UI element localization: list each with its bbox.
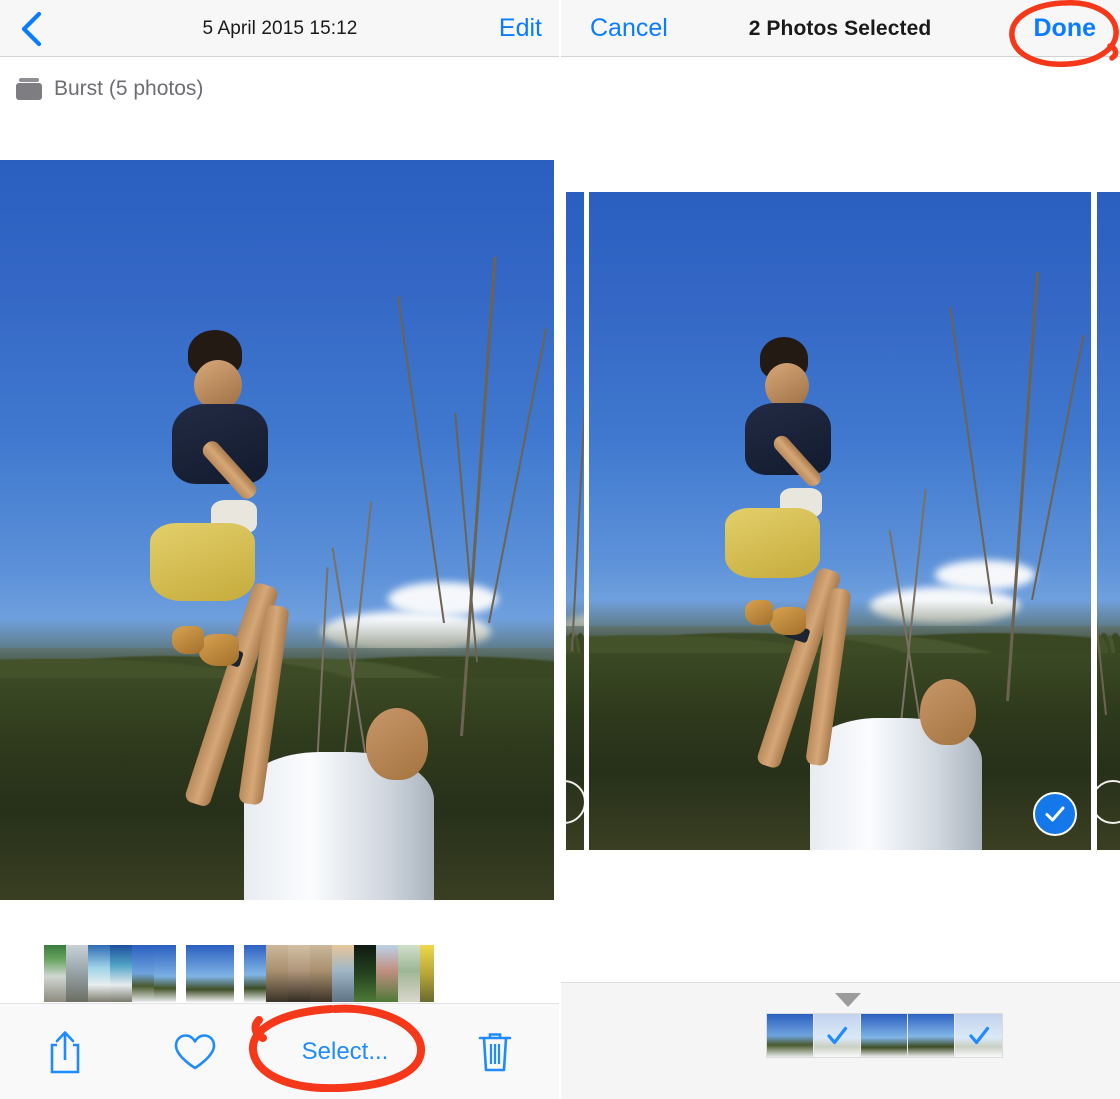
burst-stack-icon (16, 78, 42, 100)
done-button[interactable]: Done (1034, 0, 1097, 57)
right-navigation-bar: Cancel 2 Photos Selected Done (560, 0, 1120, 57)
thumb-current[interactable] (186, 944, 234, 1002)
trash-icon (478, 1032, 512, 1071)
thumb-throw-4[interactable] (244, 944, 266, 1002)
delete-button[interactable] (430, 1030, 560, 1074)
favorite-button[interactable] (130, 1032, 260, 1072)
thumb-path[interactable] (398, 944, 420, 1002)
share-upload-icon (50, 1030, 80, 1073)
thumb-splash-4[interactable] (110, 944, 132, 1002)
next-burst-photo[interactable] (1097, 192, 1120, 850)
photo-scene (566, 192, 584, 850)
triangle-down-icon (835, 993, 861, 1007)
burst-selection-toolbar (560, 982, 1120, 1099)
left-navigation-bar: 5 April 2015 15:12 Edit (0, 0, 560, 57)
thumb-flower[interactable] (420, 944, 434, 1002)
select-button-label: Select... (301, 1037, 389, 1065)
thumb-house[interactable] (376, 944, 398, 1002)
burst-thumb-5[interactable] (955, 1014, 1002, 1057)
thumb-splash-1[interactable] (44, 944, 66, 1002)
page-title: 5 April 2015 15:12 (202, 17, 358, 39)
main-photo[interactable] (0, 160, 554, 900)
thumb-throw-1[interactable] (132, 944, 154, 1002)
thumb-river[interactable] (332, 944, 354, 1002)
checkmark-icon (814, 1014, 860, 1057)
left-bottom-toolbar: Select... (0, 1003, 560, 1099)
burst-thumb-1[interactable] (767, 1014, 814, 1057)
heart-icon (174, 1033, 216, 1069)
burst-thumbnail-strip[interactable] (766, 1013, 1003, 1058)
empty-circle-icon[interactable] (1097, 780, 1120, 824)
checkmark-glyph (1045, 806, 1065, 822)
thumb-splash-2[interactable] (66, 944, 88, 1002)
photo-scene (1097, 192, 1120, 850)
burst-thumb-3[interactable] (861, 1014, 908, 1057)
thumb-throw-2[interactable] (154, 944, 176, 1002)
photo-scene (0, 160, 554, 900)
thumb-park[interactable] (354, 944, 376, 1002)
select-button[interactable]: Select... (260, 1038, 430, 1066)
panel-divider (559, 0, 561, 1099)
edit-button[interactable]: Edit (499, 0, 542, 57)
photo-scene (589, 192, 1091, 850)
photo-detail-panel: 5 April 2015 15:12 Edit Burst (5 photos) (0, 0, 560, 1099)
previous-burst-photo[interactable] (566, 192, 584, 850)
thumb-indoor-3[interactable] (310, 944, 332, 1002)
thumb-splash-3[interactable] (88, 944, 110, 1002)
burst-label: Burst (5 photos) (54, 77, 204, 100)
photo-filmstrip[interactable] (0, 943, 560, 1003)
burst-thumb-2[interactable] (814, 1014, 861, 1057)
screenshot-root: 5 April 2015 15:12 Edit Burst (5 photos) (0, 0, 1120, 1099)
checkmark-icon (955, 1014, 1002, 1057)
checkmark-circle-icon[interactable] (1033, 792, 1077, 836)
burst-banner[interactable]: Burst (5 photos) (0, 58, 560, 120)
selected-burst-photo[interactable] (589, 192, 1091, 850)
burst-thumb-4[interactable] (908, 1014, 955, 1057)
thumb-indoor-1[interactable] (266, 944, 288, 1002)
thumb-indoor-2[interactable] (288, 944, 310, 1002)
share-button[interactable] (0, 1029, 130, 1075)
